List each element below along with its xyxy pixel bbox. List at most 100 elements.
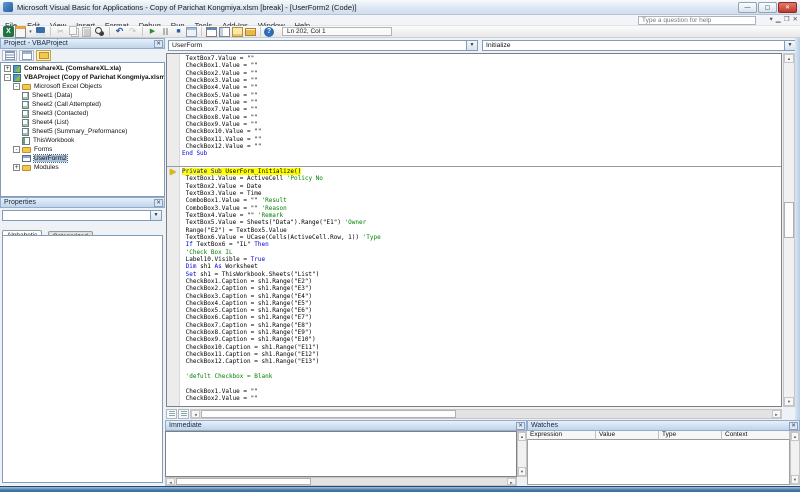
collapse-icon[interactable]: -: [4, 74, 11, 81]
immediate-close-icon[interactable]: [516, 422, 525, 430]
scroll-right-icon[interactable]: ►: [772, 410, 781, 418]
code-editor[interactable]: TextBox7.Value = "" CheckBox1.Value = ""…: [166, 53, 782, 407]
chevron-down-icon[interactable]: [784, 41, 795, 50]
project-panel-titlebar[interactable]: Project - VBAProject: [0, 38, 165, 49]
chevron-down-icon[interactable]: [466, 41, 477, 50]
properties-panel: Properties Alphabetic Categorized: [0, 197, 165, 486]
tree-item-modules[interactable]: +Modules: [1, 163, 164, 172]
run-icon[interactable]: [146, 26, 159, 37]
collapse-icon[interactable]: -: [13, 146, 20, 153]
properties-object-dropdown[interactable]: [2, 210, 162, 221]
code-margin-indicator-bar[interactable]: [167, 54, 180, 406]
procedure-dropdown[interactable]: Initialize: [482, 40, 796, 51]
code-horizontal-scrollbar[interactable]: ◄ ►: [190, 409, 782, 419]
watch-column-value[interactable]: Value: [596, 431, 659, 440]
tree-item-userform2[interactable]: UserForm2: [1, 154, 164, 163]
code-line: CheckBox8.Caption = sh1.Range("E9"): [182, 329, 781, 336]
immediate-horizontal-scrollbar[interactable]: ◄ ►: [165, 477, 517, 486]
scroll-left-icon[interactable]: ◄: [191, 410, 200, 418]
code-hscroll-thumb[interactable]: [201, 410, 456, 418]
watch-column-type[interactable]: Type: [659, 431, 722, 440]
code-line: CheckBox1.Caption = sh1.Range("E2"): [182, 278, 781, 285]
code-text: TextBox3.Value = Time: [182, 190, 261, 197]
immediate-input-area[interactable]: [165, 431, 517, 477]
mdi-close-icon[interactable]: ✕: [793, 17, 798, 24]
watches-close-icon[interactable]: [789, 422, 798, 430]
toggle-folders-button[interactable]: [36, 50, 51, 61]
minimize-icon[interactable]: —: [738, 2, 757, 13]
mdi-restore-icon[interactable]: ❐: [784, 17, 790, 24]
code-line: End Sub: [182, 150, 781, 157]
code-text: CheckBox10.Value = "": [182, 128, 261, 135]
properties-panel-titlebar[interactable]: Properties: [0, 197, 165, 208]
code-text: TextBox4.Value = "" 'Remark: [182, 212, 283, 219]
project-close-icon[interactable]: [154, 40, 163, 48]
toolbox-icon[interactable]: [244, 26, 257, 37]
code-line: CheckBox6.Caption = sh1.Range("E7"): [182, 314, 781, 321]
expand-icon[interactable]: +: [4, 65, 11, 72]
watch-column-context[interactable]: Context: [722, 431, 790, 440]
scroll-left-icon[interactable]: ◄: [166, 478, 175, 485]
windows-taskbar-edge[interactable]: [0, 486, 800, 492]
object-dropdown[interactable]: UserForm: [168, 40, 478, 51]
properties-window-icon[interactable]: [218, 26, 231, 37]
tree-item-sheet4-list[interactable]: Sheet4 (List): [1, 118, 164, 127]
tree-item-thisworkbook[interactable]: ThisWorkbook: [1, 136, 164, 145]
immediate-panel-titlebar[interactable]: Immediate: [165, 420, 527, 431]
tree-item-forms[interactable]: - Forms: [1, 145, 164, 154]
tree-item-microsoft-excel-objects[interactable]: -Microsoft Excel Objects: [1, 82, 164, 91]
watches-vertical-scrollbar[interactable]: ▲ ▼: [790, 431, 800, 485]
scroll-up-icon[interactable]: ▲: [518, 432, 526, 441]
scroll-down-icon[interactable]: ▼: [784, 397, 794, 406]
code-text: CheckBox9.Caption = sh1.Range("E10"): [182, 336, 316, 343]
tree-item-label: Sheet2 (Call Attempted): [32, 101, 101, 108]
tree-item-sheet5-summary-preformance[interactable]: Sheet5 (Summary_Preformance): [1, 127, 164, 136]
code-text: ComboBox1.Value = "" 'Result: [182, 197, 287, 204]
watches-panel-titlebar[interactable]: Watches: [527, 420, 800, 431]
scroll-down-icon[interactable]: ▼: [791, 475, 799, 484]
mdi-minimize-icon[interactable]: ▁: [776, 17, 781, 24]
tree-item-label: Forms: [34, 146, 52, 153]
tree-item-vbaproject-copy-of-parichat-kongmiya-xlsm[interactable]: -VBAProject (Copy of Parichat Kongmiya.x…: [1, 73, 164, 82]
help-search-input[interactable]: [638, 16, 756, 25]
scroll-right-icon[interactable]: ►: [507, 478, 516, 485]
tree-item-sheet1-data[interactable]: Sheet1 (Data): [1, 91, 164, 100]
procedure-view-button[interactable]: [166, 409, 177, 419]
code-line: CheckBox7.Caption = sh1.Range("E8"): [182, 322, 781, 329]
help-dropdown-arrow-icon[interactable]: ▾: [769, 17, 772, 24]
chevron-down-icon[interactable]: [150, 211, 161, 220]
scroll-up-icon[interactable]: ▲: [784, 54, 794, 63]
undo-icon[interactable]: [113, 26, 126, 37]
insert-userform-icon[interactable]: [14, 26, 27, 37]
immediate-panel: Immediate ▲ ▼ ◄ ►: [165, 420, 527, 486]
project-explorer-icon[interactable]: [205, 26, 218, 37]
code-text: CheckBox1.Value = "": [182, 388, 258, 395]
view-object-button[interactable]: [19, 50, 34, 61]
watch-column-expression[interactable]: Expression: [527, 431, 596, 440]
properties-close-icon[interactable]: [154, 199, 163, 207]
immediate-hscroll-thumb[interactable]: [176, 478, 311, 485]
tree-item-comsharexl-comsharexl-xla[interactable]: +ComshareXL (ComshareXL.xla): [1, 64, 164, 73]
code-line: CheckBox12.Value = "": [182, 143, 781, 150]
code-vscroll-thumb[interactable]: [784, 202, 794, 238]
expand-icon[interactable]: +: [13, 164, 20, 171]
tree-item-sheet3-contacted[interactable]: Sheet3 (Contacted): [1, 109, 164, 118]
immediate-vertical-scrollbar[interactable]: ▲ ▼: [517, 431, 527, 477]
find-icon[interactable]: [93, 26, 106, 37]
close-icon[interactable]: ✕: [778, 2, 797, 13]
maximize-icon[interactable]: ▢: [758, 2, 777, 13]
object-browser-icon[interactable]: [231, 26, 244, 37]
full-module-view-button[interactable]: [178, 409, 189, 419]
scroll-down-icon[interactable]: ▼: [518, 467, 526, 476]
code-vertical-scrollbar[interactable]: ▲ ▼: [783, 53, 795, 407]
scroll-up-icon[interactable]: ▲: [791, 432, 799, 441]
design-mode-icon[interactable]: [185, 26, 198, 37]
view-code-button[interactable]: [2, 50, 17, 61]
tree-item-sheet2-call-attempted[interactable]: Sheet2 (Call Attempted): [1, 100, 164, 109]
view-excel-icon[interactable]: [3, 26, 14, 37]
save-icon[interactable]: [34, 26, 47, 37]
collapse-icon[interactable]: -: [13, 83, 20, 90]
reset-icon[interactable]: [172, 26, 185, 37]
help-icon[interactable]: [264, 27, 274, 37]
insert-object-dropdown-icon[interactable]: ▾: [27, 29, 34, 35]
